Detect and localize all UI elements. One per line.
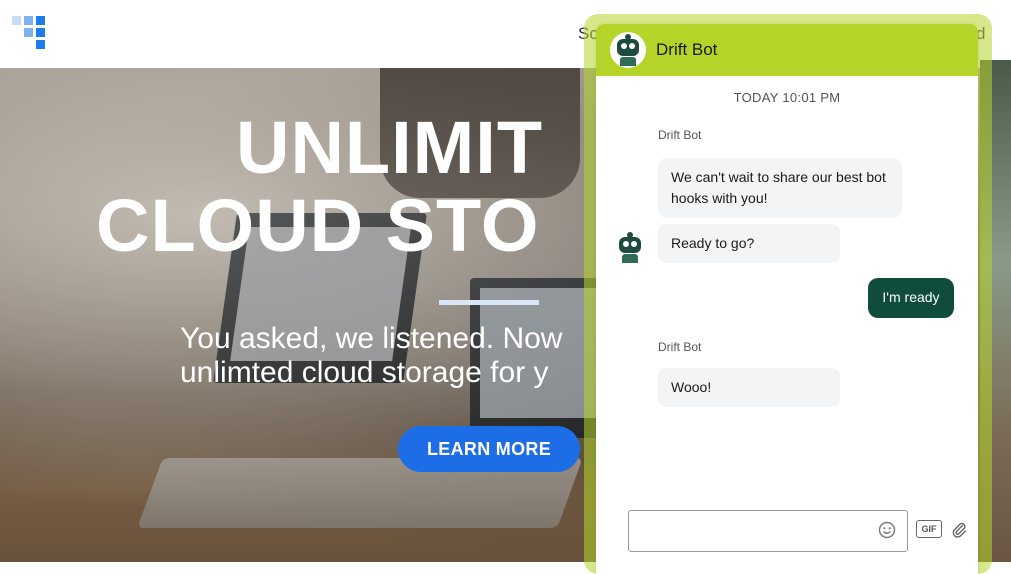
- emoji-icon[interactable]: [878, 521, 896, 539]
- hero-headline-line1: UNLIMIT: [236, 106, 544, 189]
- hero-headline-line2: CLOUD STO: [96, 184, 540, 267]
- hero-divider: [439, 300, 539, 305]
- robot-avatar-icon: [614, 232, 646, 264]
- chat-message-bot: Wooo!: [658, 368, 840, 407]
- message-sender: Drift Bot: [658, 128, 702, 142]
- chat-message-user: I'm ready: [868, 278, 954, 318]
- robot-avatar-icon: [610, 32, 646, 68]
- hero-subtext-line1: You asked, we listened. Now: [180, 322, 563, 355]
- chat-widget: Drift Bot TODAY 10:01 PM Drift Bot We ca…: [596, 24, 978, 574]
- gif-button[interactable]: GIF: [916, 520, 942, 538]
- chat-header: Drift Bot: [596, 24, 978, 76]
- chat-title: Drift Bot: [656, 40, 718, 59]
- hero-subtext-line2: unlimted cloud storage for y: [180, 356, 549, 389]
- paperclip-icon[interactable]: [950, 520, 968, 538]
- chat-message-bot: We can't wait to share our best bot hook…: [658, 158, 902, 218]
- chat-message-bot: Ready to go?: [658, 224, 840, 263]
- message-sender: Drift Bot: [658, 340, 702, 354]
- site-logo-icon[interactable]: [12, 14, 52, 54]
- hero-subtext: You asked, we listened. Now unlimted clo…: [180, 322, 562, 390]
- chat-timestamp: TODAY 10:01 PM: [733, 90, 841, 105]
- chat-message-input[interactable]: [628, 510, 908, 552]
- learn-more-button[interactable]: LEARN MORE: [398, 426, 580, 472]
